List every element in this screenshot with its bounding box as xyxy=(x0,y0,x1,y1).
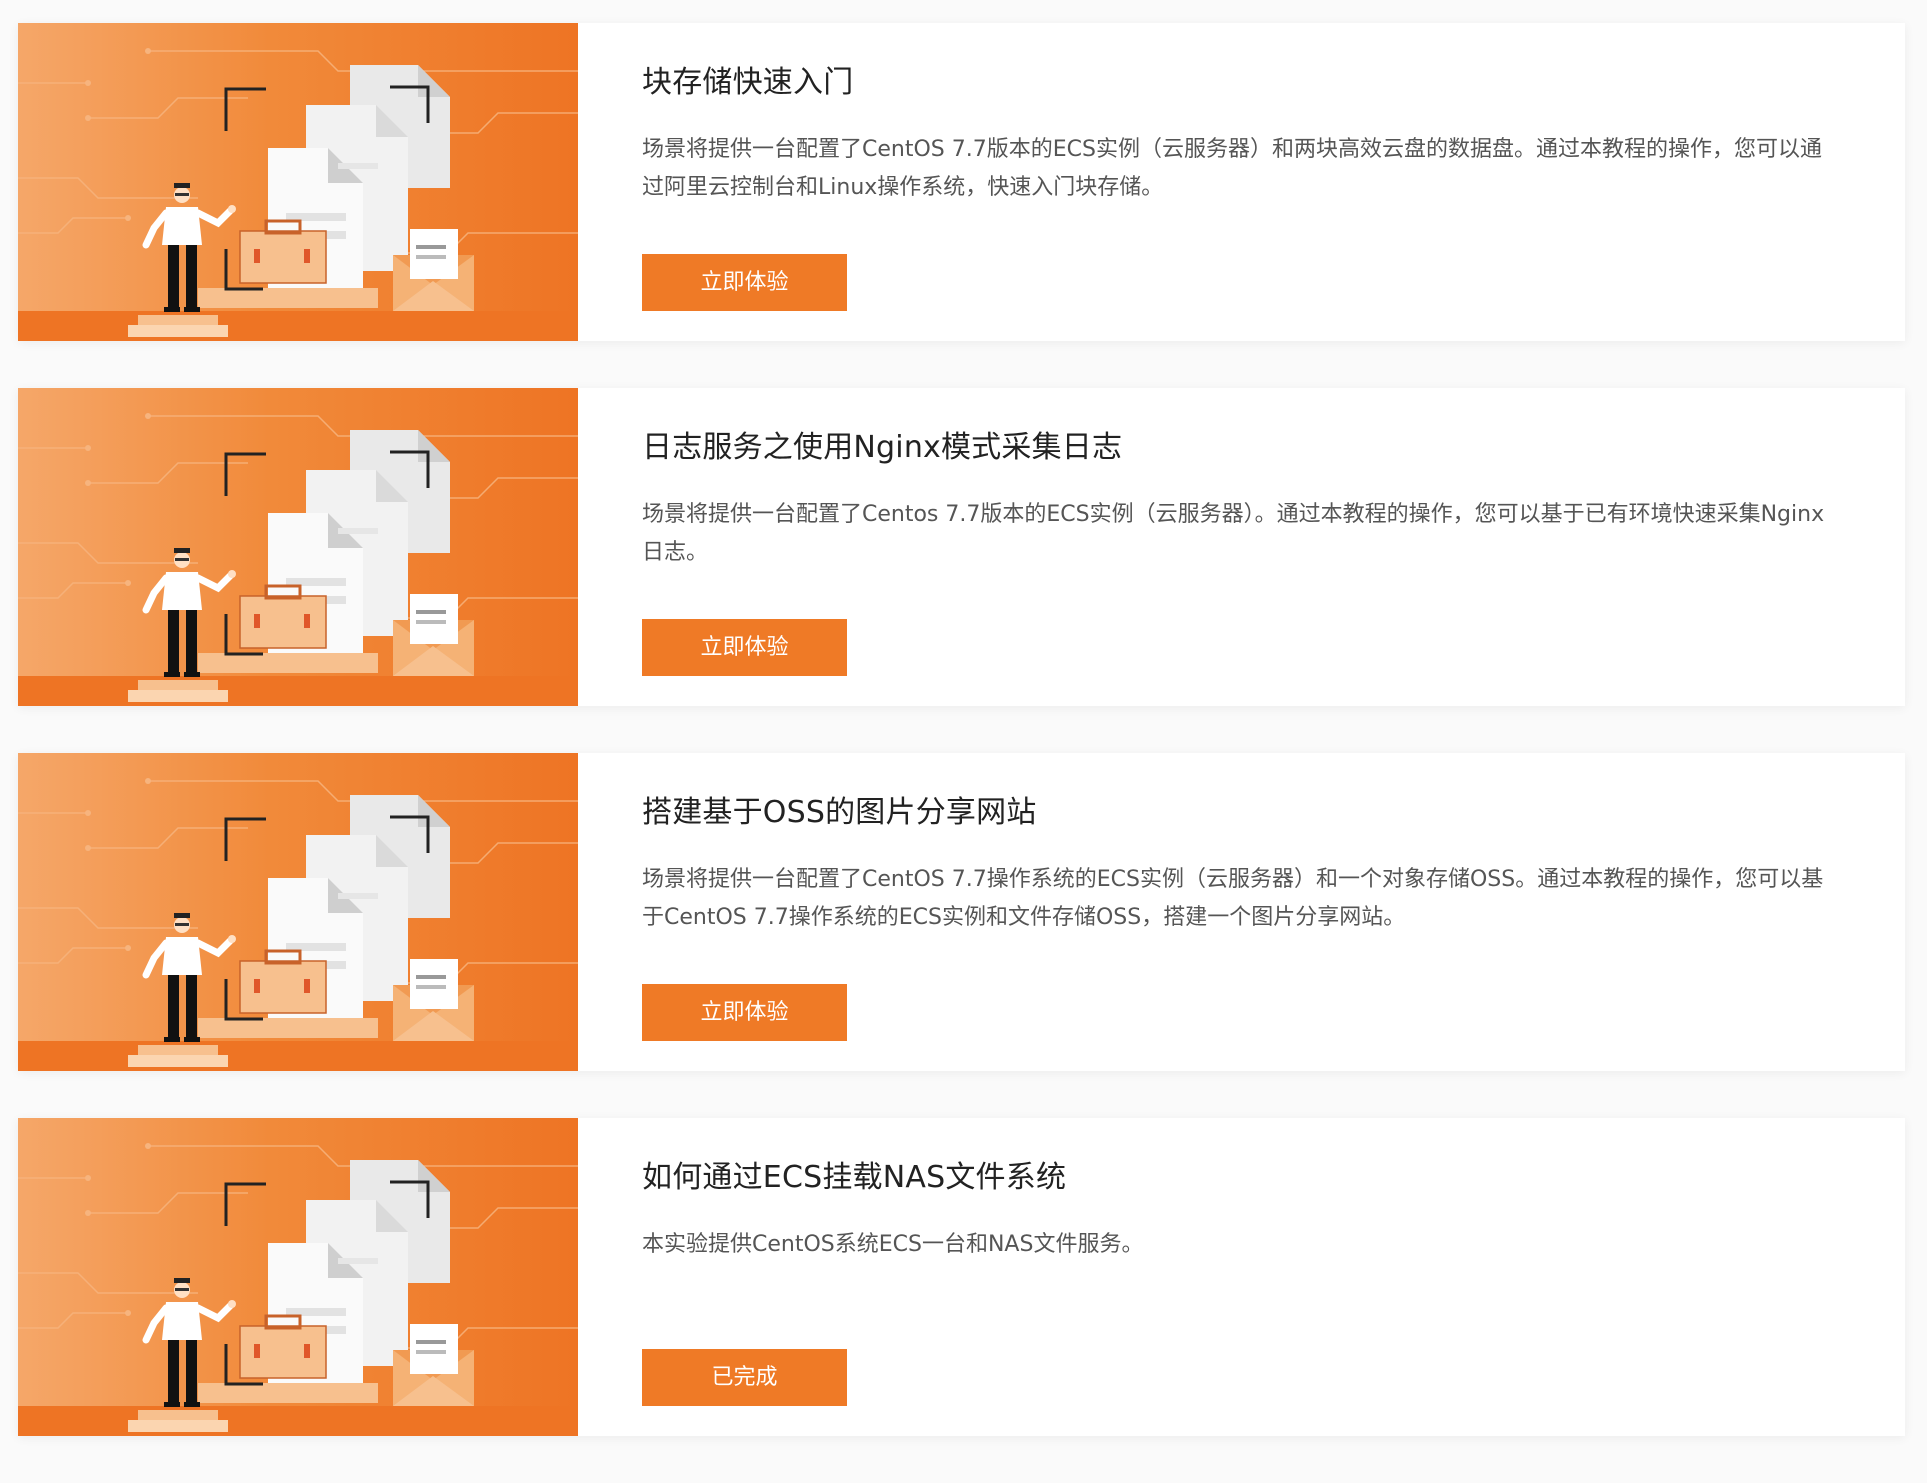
course-card: 日志服务之使用Nginx模式采集日志 场景将提供一台配置了Centos 7.7版… xyxy=(18,388,1905,706)
course-title[interactable]: 如何通过ECS挂载NAS文件系统 xyxy=(642,1152,1066,1196)
course-card: 块存储快速入门 场景将提供一台配置了CentOS 7.7版本的ECS实例（云服务… xyxy=(18,23,1905,341)
course-title[interactable]: 块存储快速入门 xyxy=(642,57,853,101)
person-with-documents-illustration xyxy=(18,753,578,1071)
person-with-documents-illustration xyxy=(18,1118,578,1436)
course-title[interactable]: 搭建基于OSS的图片分享网站 xyxy=(642,787,1037,831)
course-banner-image xyxy=(18,23,578,341)
course-card: 搭建基于OSS的图片分享网站 场景将提供一台配置了CentOS 7.7操作系统的… xyxy=(18,753,1905,1071)
start-experience-button[interactable]: 立即体验 xyxy=(642,254,847,311)
course-card-content: 搭建基于OSS的图片分享网站 场景将提供一台配置了CentOS 7.7操作系统的… xyxy=(642,753,1835,1071)
course-card-list: 块存储快速入门 场景将提供一台配置了CentOS 7.7版本的ECS实例（云服务… xyxy=(18,23,1905,1483)
course-banner-image xyxy=(18,753,578,1071)
course-banner-image xyxy=(18,388,578,706)
course-description: 场景将提供一台配置了CentOS 7.7版本的ECS实例（云服务器）和两块高效云… xyxy=(642,137,1822,200)
course-title[interactable]: 日志服务之使用Nginx模式采集日志 xyxy=(642,422,1122,466)
course-card-content: 块存储快速入门 场景将提供一台配置了CentOS 7.7版本的ECS实例（云服务… xyxy=(642,23,1835,341)
course-description: 本实验提供CentOS系统ECS一台和NAS文件服务。 xyxy=(642,1232,1144,1257)
course-description: 场景将提供一台配置了Centos 7.7版本的ECS实例（云服务器）。通过本教程… xyxy=(642,502,1825,565)
course-card-content: 如何通过ECS挂载NAS文件系统 本实验提供CentOS系统ECS一台和NAS文… xyxy=(642,1118,1835,1436)
course-banner-image xyxy=(18,1118,578,1436)
completed-button[interactable]: 已完成 xyxy=(642,1349,847,1406)
course-card-content: 日志服务之使用Nginx模式采集日志 场景将提供一台配置了Centos 7.7版… xyxy=(642,388,1835,706)
start-experience-button[interactable]: 立即体验 xyxy=(642,984,847,1041)
person-with-documents-illustration xyxy=(18,23,578,341)
course-description: 场景将提供一台配置了CentOS 7.7操作系统的ECS实例（云服务器）和一个对… xyxy=(642,867,1824,930)
person-with-documents-illustration xyxy=(18,388,578,706)
start-experience-button[interactable]: 立即体验 xyxy=(642,619,847,676)
course-card: 如何通过ECS挂载NAS文件系统 本实验提供CentOS系统ECS一台和NAS文… xyxy=(18,1118,1905,1436)
